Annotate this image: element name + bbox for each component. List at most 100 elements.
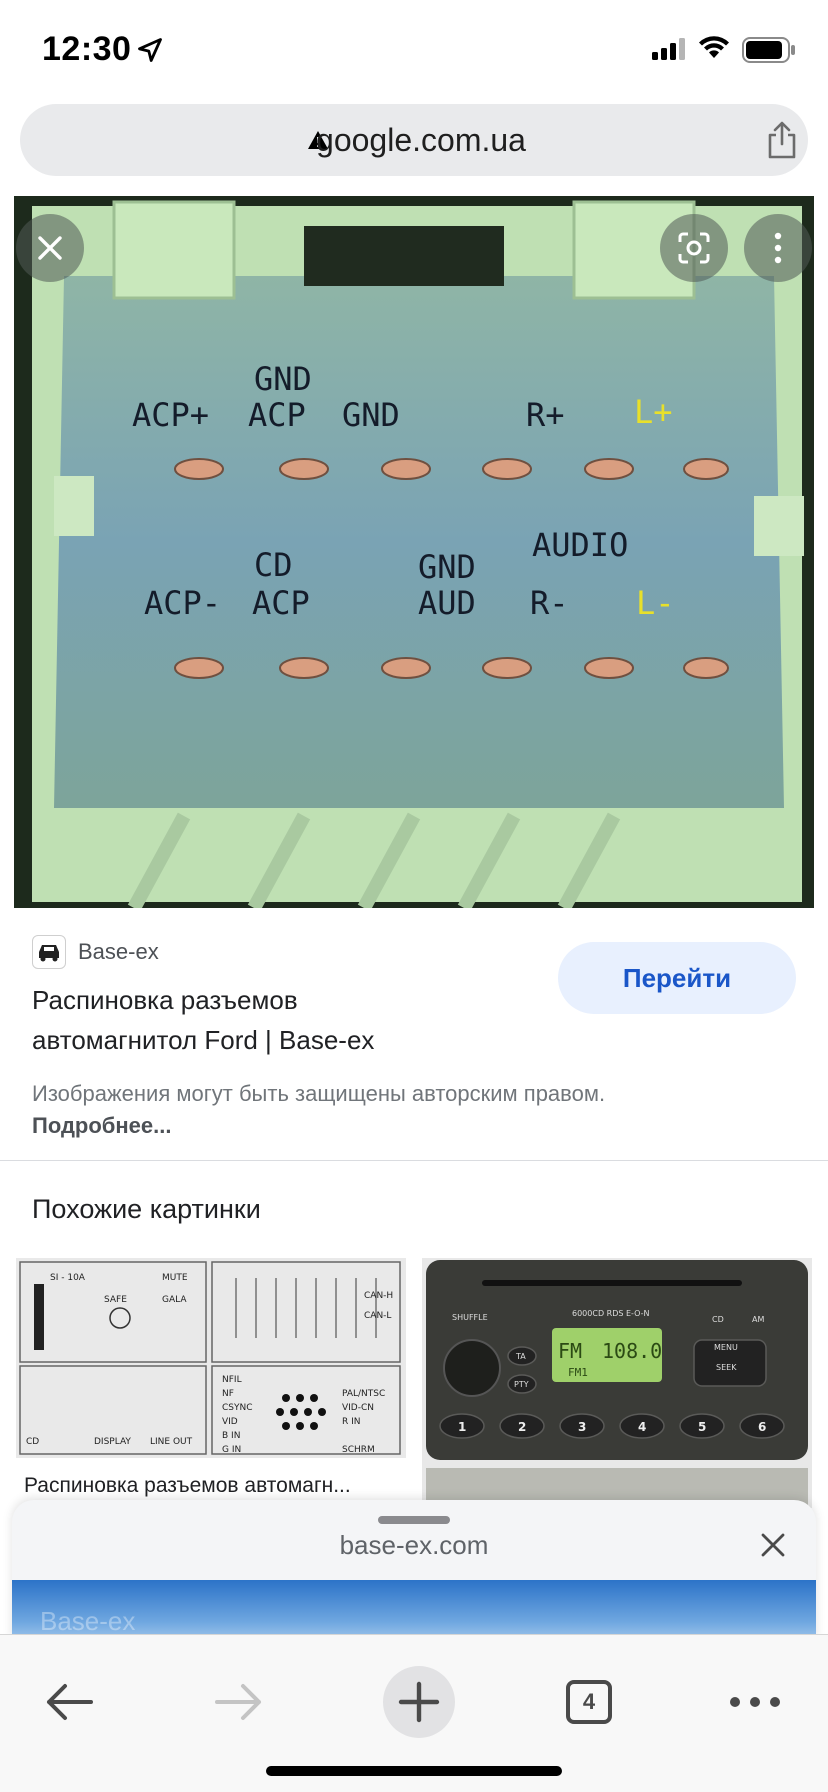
back-arrow-icon: [47, 1684, 93, 1720]
sheet-drag-handle[interactable]: [378, 1516, 450, 1524]
thumb1-label-cd: CD: [26, 1437, 39, 1447]
thumb1-label-display: DISPLAY: [94, 1437, 131, 1447]
source-name: Base-ex: [78, 939, 159, 964]
more-horizontal-icon: [730, 1697, 780, 1707]
more-options-button[interactable]: [744, 214, 812, 282]
result-title-line-1: Распиновка разъемов: [32, 985, 298, 1015]
forward-button[interactable]: [194, 1657, 284, 1747]
thumb1-label-csync: CSYNC: [222, 1403, 253, 1413]
result-source[interactable]: Base-ex: [32, 934, 159, 970]
radio-am-label: AM: [752, 1315, 764, 1324]
preset-6-label: 6: [758, 1420, 766, 1434]
preset-5-label: 5: [698, 1420, 706, 1434]
thumb1-label-safe: SAFE: [104, 1295, 127, 1305]
radio-pty-label: PTY: [514, 1380, 529, 1389]
sheet-close-icon[interactable]: [760, 1532, 786, 1558]
radio-band-text: FM: [558, 1339, 582, 1363]
radio-preset-text: FM1: [568, 1366, 588, 1379]
new-tab-button[interactable]: [374, 1657, 464, 1747]
close-icon: [38, 236, 62, 260]
radio-menu-label: MENU: [714, 1343, 738, 1352]
thumb1-label-gala: GALA: [162, 1295, 187, 1305]
pin-label-r-minus: R-: [530, 584, 569, 622]
wifi-icon: [699, 36, 729, 58]
thumb1-label-line-out: LINE OUT: [150, 1437, 193, 1447]
result-title-line-2: автомагнитол Ford | Base-ex: [32, 1025, 375, 1055]
cellular-signal-icon: [652, 38, 685, 60]
preset-4-label: 4: [638, 1420, 646, 1434]
similar-images-heading: Похожие картинки: [32, 1194, 261, 1224]
address-bar[interactable]: google.com.ua: [20, 104, 808, 176]
status-bar: 12:30: [0, 0, 828, 100]
copyright-notice: Изображения могут быть защищены авторски…: [32, 1078, 632, 1142]
thumb1-label-nf: NF: [222, 1389, 234, 1399]
thumb1-label-r-in: R IN: [342, 1417, 361, 1427]
car-radio-thumbnail: FM 108.0 FM1 6000CD RDS E-O-N SHUFFLE TA…: [422, 1258, 812, 1508]
radio-frequency-text: 108.0: [602, 1339, 662, 1363]
share-icon[interactable]: [764, 120, 800, 160]
thumb1-label-can-l: CAN-L: [364, 1311, 391, 1321]
preset-2-label: 2: [518, 1420, 526, 1434]
pin-label-audio: AUDIO: [532, 526, 628, 564]
thumb1-label-b-in: B IN: [222, 1431, 240, 1441]
site-favicon: [32, 935, 66, 969]
pin-label-acp-top: ACP: [248, 396, 306, 434]
car-icon: [39, 945, 59, 962]
radio-model-text: 6000CD RDS E-O-N: [572, 1309, 650, 1318]
pin-label-gnd-top: GND: [254, 360, 312, 398]
similar-image-1[interactable]: CD DISPLAY LINE OUT SI - 10A SAFE MUTE G…: [16, 1258, 406, 1458]
thumb1-label-vid: VID: [222, 1417, 238, 1427]
pin-label-acp-plus: ACP+: [132, 396, 209, 434]
learn-more-link[interactable]: Подробнее...: [32, 1113, 172, 1138]
site-preview-sheet[interactable]: base-ex.com Base-ex: [12, 1500, 816, 1640]
thumb1-label-can-h: CAN-H: [364, 1291, 393, 1301]
pin-label-gnd: GND: [342, 396, 400, 434]
divider: [0, 1160, 828, 1161]
thumb1-label-g-in: G IN: [222, 1445, 241, 1455]
forward-arrow-icon: [215, 1684, 261, 1720]
pin-label-aud: AUD: [418, 584, 476, 622]
back-button[interactable]: [24, 1657, 114, 1747]
status-time: 12:30: [42, 30, 132, 68]
battery-icon: [742, 37, 795, 63]
tab-count: 4: [566, 1680, 612, 1724]
similar-image-1-caption[interactable]: Распиновка разъемов автомагн...: [24, 1474, 404, 1498]
connector-pinout-image: ACP+ GND ACP GND R+ L+ ACP- CD ACP GND A…: [14, 196, 814, 908]
thumb1-label-schrm: SCHRM: [342, 1445, 375, 1455]
pin-label-cd: CD: [254, 546, 293, 584]
pin-label-gnd-bottom: GND: [418, 548, 476, 586]
site-preview-banner: Base-ex: [12, 1580, 816, 1640]
url-domain: google.com.ua: [316, 122, 526, 158]
menu-button[interactable]: [710, 1657, 800, 1747]
pinout-diagram-thumbnail: CD DISPLAY LINE OUT SI - 10A SAFE MUTE G…: [16, 1258, 406, 1458]
radio-shuffle-label: SHUFFLE: [452, 1313, 488, 1322]
result-title[interactable]: Распиновка разъемов автомагнитол Ford | …: [32, 980, 552, 1060]
pin-label-l-plus: L+: [634, 393, 673, 431]
thumb1-label-vid-cn: VID-CN: [342, 1403, 374, 1413]
sheet-domain: base-ex.com: [339, 1530, 489, 1560]
location-arrow-icon: [138, 38, 162, 62]
visit-button[interactable]: Перейти: [558, 942, 796, 1014]
google-lens-button[interactable]: [660, 214, 728, 282]
image-viewer[interactable]: ACP+ GND ACP GND R+ L+ ACP- CD ACP GND A…: [0, 196, 828, 908]
close-viewer-button[interactable]: [16, 214, 84, 282]
pin-label-acp-bottom: ACP: [252, 584, 310, 622]
preset-3-label: 3: [578, 1420, 586, 1434]
radio-ta-label: TA: [515, 1352, 526, 1361]
plus-icon: [398, 1681, 440, 1723]
thumb1-label-pal-ntsc: PAL/NTSC: [342, 1389, 385, 1399]
home-indicator[interactable]: [266, 1766, 562, 1776]
more-vertical-icon: [774, 232, 782, 264]
similar-image-2[interactable]: FM 108.0 FM1 6000CD RDS E-O-N SHUFFLE TA…: [422, 1258, 812, 1508]
site-preview-title: Base-ex: [40, 1606, 136, 1636]
pin-label-r-plus: R+: [526, 396, 565, 434]
pin-label-acp-minus: ACP-: [144, 584, 221, 622]
lens-icon: [678, 232, 710, 264]
tabs-button[interactable]: 4: [544, 1657, 634, 1747]
thumb1-label-mute: MUTE: [162, 1273, 188, 1283]
preset-1-label: 1: [458, 1420, 466, 1434]
radio-seek-label: SEEK: [716, 1363, 737, 1372]
pin-label-l-minus: L-: [636, 584, 675, 622]
radio-cd-label: CD: [712, 1315, 724, 1324]
copyright-text: Изображения могут быть защищены авторски…: [32, 1081, 606, 1106]
